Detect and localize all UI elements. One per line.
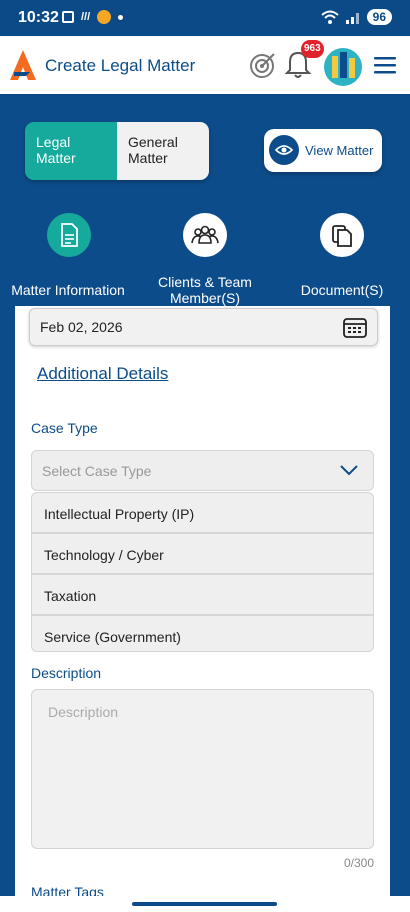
app-logo-icon: [10, 50, 36, 80]
general-matter-tab[interactable]: General Matter: [117, 122, 209, 180]
step-documents[interactable]: [320, 213, 364, 257]
calendar-icon[interactable]: [343, 316, 367, 338]
chevron-down-icon: [340, 465, 358, 476]
battery-indicator: 96: [366, 9, 392, 25]
case-type-dropdown: Intellectual Property (IP) Technology / …: [31, 492, 374, 652]
date-value: Feb 02, 2026: [40, 319, 123, 335]
view-matter-button[interactable]: View Matter: [264, 129, 382, 172]
description-textarea[interactable]: Description: [31, 689, 374, 849]
step-matter-information[interactable]: [47, 213, 91, 257]
status-bar: 10:32 /// 96: [0, 0, 410, 36]
legal-matter-tab[interactable]: Legal Matter: [25, 122, 117, 180]
description-counter: 0/300: [343, 856, 374, 870]
status-time: 10:32: [18, 9, 59, 26]
signal-icon: [345, 13, 359, 24]
step-label-documents: Document(S): [300, 282, 384, 298]
copy-icon: [332, 225, 352, 247]
notification-dot-icon: [118, 14, 124, 20]
target-icon[interactable]: [249, 51, 277, 79]
people-icon: [191, 225, 219, 244]
avatar[interactable]: [324, 48, 362, 86]
case-type-placeholder: Select Case Type: [42, 463, 152, 479]
system-nav-bar: [0, 896, 410, 912]
case-type-option[interactable]: Service (Government): [32, 616, 373, 651]
avatar-image-icon: [332, 52, 355, 78]
wifi-icon: [320, 10, 339, 24]
description-label: Description: [31, 665, 102, 681]
eye-icon: [269, 135, 299, 165]
case-type-option[interactable]: Technology / Cyber: [32, 534, 373, 575]
case-type-select[interactable]: Select Case Type: [31, 450, 374, 491]
view-matter-label: View Matter: [305, 143, 374, 158]
case-type-label: Case Type: [31, 420, 98, 436]
home-indicator[interactable]: [132, 902, 277, 906]
description-placeholder: Description: [48, 704, 119, 720]
wifi-calling-icon: ///: [81, 11, 91, 23]
case-type-option[interactable]: Intellectual Property (IP): [32, 493, 373, 534]
step-label-clients-team: Clients & Team Member(S): [158, 274, 252, 306]
form-card: Feb 02, 2026 Additional Details Case Typ…: [15, 306, 390, 906]
additional-details-link[interactable]: Additional Details: [37, 364, 168, 384]
step-label-matter-information: Matter Information: [11, 282, 125, 298]
date-field[interactable]: Feb 02, 2026: [29, 308, 378, 346]
menu-icon[interactable]: [374, 56, 396, 74]
document-icon: [61, 223, 78, 247]
screenshot-icon: [62, 11, 74, 23]
notification-badge: 963: [301, 40, 324, 58]
page-title: Create Legal Matter: [45, 56, 196, 75]
recording-icon: [97, 10, 112, 24]
matter-type-toggle: Legal Matter General Matter: [25, 122, 209, 180]
case-type-option[interactable]: Taxation: [32, 575, 373, 616]
app-header: Create Legal Matter 963: [0, 36, 410, 96]
step-clients-team[interactable]: [183, 213, 227, 257]
